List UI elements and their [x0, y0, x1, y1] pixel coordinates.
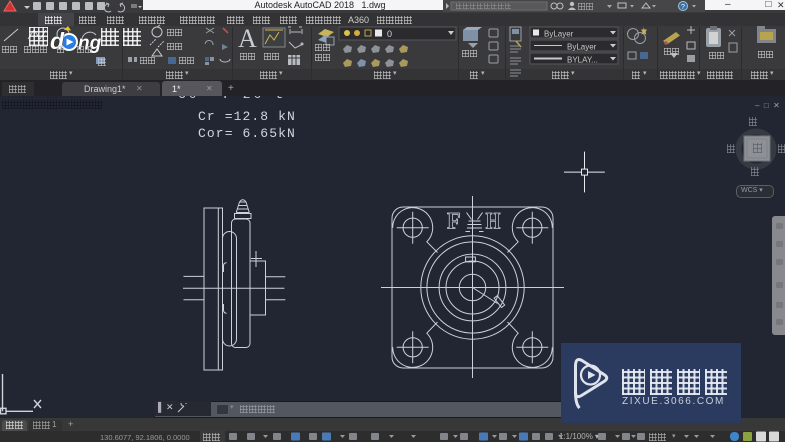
svg-text:ByLayer: ByLayer	[567, 43, 597, 52]
svg-text:0: 0	[387, 29, 392, 39]
svg-text:A: A	[238, 24, 257, 53]
svg-text:H: H	[486, 209, 501, 234]
svg-text:ByLayer: ByLayer	[544, 30, 574, 39]
svg-text:BYLAY...: BYLAY...	[567, 56, 598, 65]
svg-text:F: F	[447, 209, 461, 234]
svg-text:?: ?	[681, 4, 685, 11]
